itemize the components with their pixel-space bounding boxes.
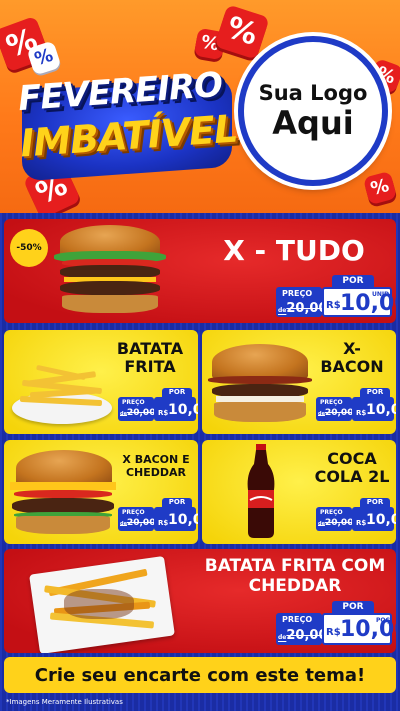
- currency-symbol: R$: [326, 300, 341, 311]
- new-price-box: R$ 10,00: [352, 397, 396, 421]
- burger-image: [8, 450, 118, 538]
- logo-line-1: Sua Logo: [258, 81, 368, 105]
- preco-label: PREÇO: [282, 615, 313, 624]
- percent-tile-icon: %: [362, 170, 398, 206]
- old-price: de20,00: [318, 518, 354, 528]
- soda-bottle-image: [247, 444, 275, 538]
- discount-badge: -50%: [10, 229, 48, 267]
- product-card-batata-cheddar[interactable]: BATATA FRITA COM CHEDDAR POR PREÇO de20,0…: [4, 549, 396, 653]
- por-label: POR: [162, 498, 192, 507]
- new-price: 10,00: [168, 512, 198, 528]
- product-name: BATATA FRITA: [116, 339, 184, 377]
- por-label: POR: [332, 601, 374, 613]
- new-price: 10,00: [168, 402, 198, 418]
- old-price: de20,00: [120, 408, 156, 418]
- old-price: de20,00: [318, 408, 354, 418]
- preco-label: PREÇO: [320, 509, 343, 516]
- price-tag: POR PREÇO de20,00 R$ 10,00: [314, 498, 396, 532]
- preco-label: PREÇO: [122, 399, 145, 406]
- new-price: 10,00: [366, 512, 396, 528]
- product-card-x-tudo[interactable]: -50% X - TUDO POR PREÇO de20,00 R$ 10,00…: [4, 219, 396, 323]
- header-banner: % % % % % % % FEVEREIRO IMBATÍVEL Sua Lo…: [0, 0, 400, 213]
- unit-label: POÇ: [376, 617, 390, 624]
- new-price-box: R$ 10,00: [154, 507, 198, 531]
- new-price: 10,00: [366, 402, 396, 418]
- burger-image: [208, 344, 312, 428]
- product-name: X - TUDO: [223, 234, 365, 267]
- product-name: X BACON E CHEDDAR: [122, 453, 190, 479]
- old-price: de20,00: [278, 628, 328, 643]
- product-card-x-bacon[interactable]: X-BACON POR PREÇO de20,00 R$ 10,00: [202, 330, 396, 434]
- product-card-x-bacon-cheddar[interactable]: X BACON E CHEDDAR POR PREÇO de20,00 R$ 10…: [4, 440, 198, 544]
- new-price-box: R$ 10,00: [154, 397, 198, 421]
- product-name: BATATA FRITA COM CHEDDAR: [204, 556, 386, 596]
- currency-symbol: R$: [326, 627, 341, 638]
- preco-label: PREÇO: [282, 289, 313, 298]
- por-label: POR: [360, 498, 390, 507]
- price-tag: POR PREÇO de20,00 R$ 10,00 POÇ: [274, 601, 396, 647]
- new-price-box: R$ 10,00: [352, 507, 396, 531]
- product-name: COCA COLA 2L: [314, 449, 390, 487]
- currency-symbol: R$: [158, 409, 169, 417]
- product-card-batata-frita[interactable]: BATATAFRITA POR PREÇO de20,00 R$ 10,00: [4, 330, 198, 434]
- price-tag: POR PREÇO de20,00 R$ 10,00: [116, 498, 198, 532]
- cheddar-fries-image: [29, 555, 175, 653]
- product-card-coca-cola[interactable]: COCACOLA 2L POR PREÇO de20,00 R$ 10,00: [202, 440, 396, 544]
- promo-title: FEVEREIRO IMBATÍVEL: [6, 60, 242, 182]
- cta-banner[interactable]: Crie seu encarte com este tema!: [4, 657, 396, 693]
- por-label: POR: [360, 388, 390, 397]
- preco-label: PREÇO: [122, 509, 145, 516]
- currency-symbol: R$: [158, 519, 169, 527]
- new-price-box: R$ 10,00 POÇ: [322, 613, 396, 645]
- logo-placeholder: Sua Logo Aqui: [238, 36, 388, 186]
- price-tag: POR PREÇO de20,00 R$ 10,00: [116, 388, 198, 422]
- unit-label: UNID: [372, 291, 390, 298]
- footnote: *Imagens Meramente Ilustrativas: [6, 698, 123, 706]
- price-tag: POR PREÇO de20,00 R$ 10,00 UNID: [274, 275, 396, 319]
- por-label: POR: [162, 388, 192, 397]
- por-label: POR: [332, 275, 374, 287]
- currency-symbol: R$: [356, 519, 367, 527]
- new-price-box: R$ 10,00 UNID: [322, 287, 396, 317]
- fries-image: [12, 358, 112, 428]
- old-price: de20,00: [120, 518, 156, 528]
- old-price: de20,00: [278, 301, 328, 316]
- burger-image: [54, 225, 166, 319]
- price-tag: POR PREÇO de20,00 R$ 10,00: [314, 388, 396, 422]
- product-name: X- BACON: [320, 339, 384, 377]
- preco-label: PREÇO: [320, 399, 343, 406]
- logo-line-2: Aqui: [272, 104, 354, 142]
- currency-symbol: R$: [356, 409, 367, 417]
